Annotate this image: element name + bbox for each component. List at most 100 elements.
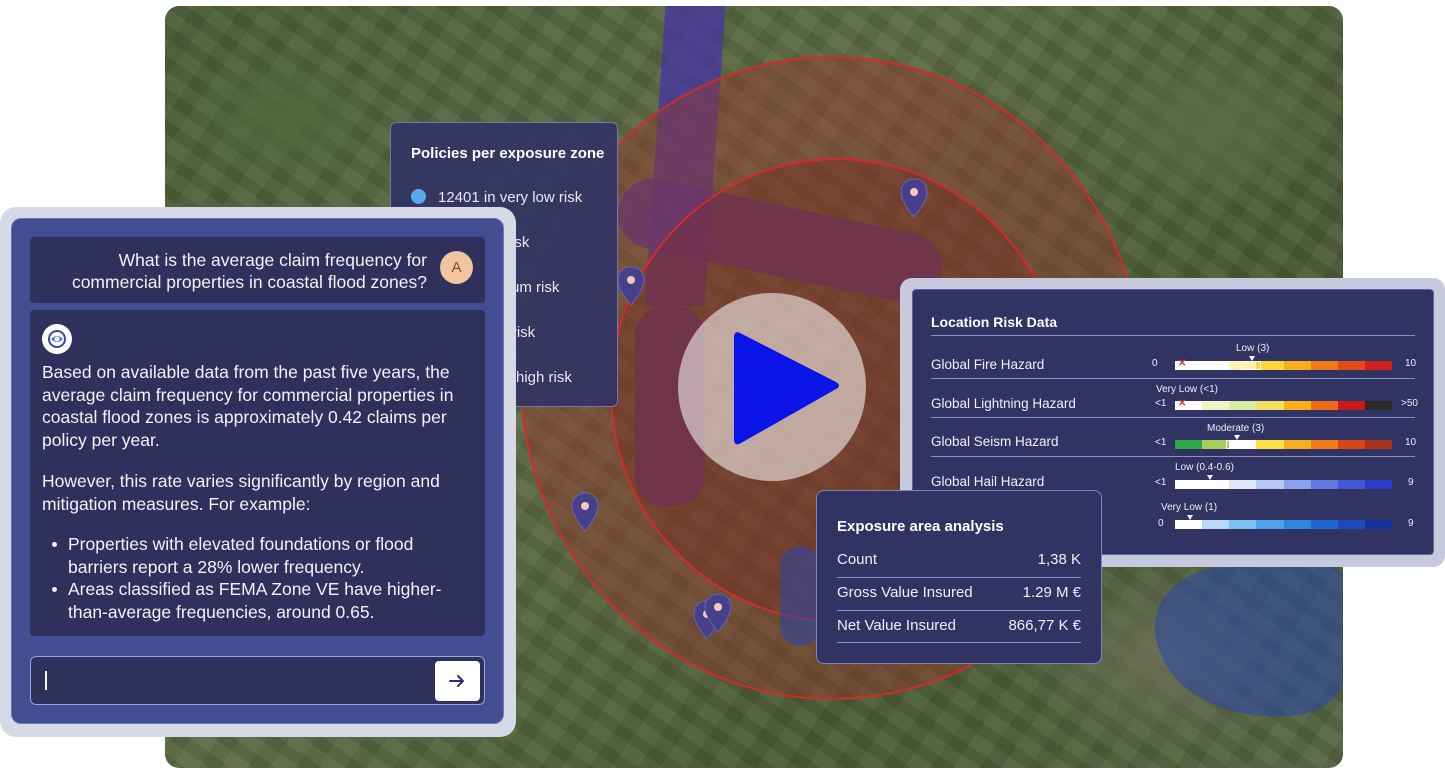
divider xyxy=(931,378,1415,379)
risk-marker xyxy=(1226,435,1246,449)
scale-segment xyxy=(1256,480,1284,489)
send-button[interactable] xyxy=(435,661,480,701)
scale-segment xyxy=(1283,440,1311,449)
scale-segment xyxy=(1337,401,1365,410)
risk-max: 9 xyxy=(1408,477,1414,488)
assistant-answer: Based on available data from the past fi… xyxy=(30,310,485,636)
scale-segment xyxy=(1310,401,1338,410)
map-pin-icon[interactable] xyxy=(704,593,732,633)
policy-item-very-low[interactable]: 12401 in very low risk xyxy=(411,189,582,206)
risk-label: Global Fire Hazard xyxy=(931,357,1045,372)
risk-max: >50 xyxy=(1401,398,1418,409)
risk-caption: Low (0.4-0.6) xyxy=(1175,462,1234,473)
risk-scale-bar xyxy=(1175,401,1392,410)
scale-segment xyxy=(1229,520,1257,529)
exposure-panel: Exposure area analysis Count 1,38 K Gros… xyxy=(816,490,1102,664)
scale-segment xyxy=(1283,361,1311,370)
exposure-row-count: Count 1,38 K xyxy=(837,544,1081,576)
risk-max: 10 xyxy=(1405,437,1417,448)
scale-segment xyxy=(1337,480,1365,489)
scale-segment xyxy=(1310,480,1338,489)
risk-scale-bar xyxy=(1175,440,1392,449)
scale-segment xyxy=(1364,480,1392,489)
map-pin-icon[interactable] xyxy=(571,492,599,532)
exposure-key: Count xyxy=(837,551,878,568)
list-item: Properties with elevated foundations or … xyxy=(42,533,472,578)
scale-segment xyxy=(1229,480,1257,489)
divider xyxy=(931,456,1415,457)
answer-paragraph-2: However, this rate varies significantly … xyxy=(42,471,440,514)
exposure-value: 1.29 M € xyxy=(1022,584,1081,601)
scale-segment xyxy=(1256,440,1284,449)
scale-segment xyxy=(1364,401,1392,410)
risk-label: Global Seism Hazard xyxy=(931,434,1059,449)
scale-segment xyxy=(1256,520,1284,529)
risk-min: <1 xyxy=(1155,398,1167,409)
assistant-logo-icon xyxy=(42,324,72,354)
risk-marker xyxy=(1199,475,1219,489)
risk-caption: Very Low (1) xyxy=(1161,502,1218,513)
scale-segment xyxy=(1202,520,1230,529)
answer-paragraph-1: Based on available data from the past fi… xyxy=(42,362,454,450)
exposure-row-gross: Gross Value Insured 1.29 M € xyxy=(837,577,1081,609)
risk-scale-bar xyxy=(1175,361,1392,370)
flood-zone-river-east xyxy=(780,546,820,646)
answer-bullets: Properties with elevated foundations or … xyxy=(42,533,472,623)
play-icon xyxy=(734,332,839,445)
exposure-title: Exposure area analysis xyxy=(837,518,1004,535)
scale-segment xyxy=(1310,440,1338,449)
divider xyxy=(931,335,1415,336)
chat-input[interactable] xyxy=(30,656,485,705)
exposure-row-net: Net Value Insured 866,77 K € xyxy=(837,610,1081,642)
scale-segment xyxy=(1283,520,1311,529)
scale-segment xyxy=(1283,480,1311,489)
scale-segment xyxy=(1175,440,1203,449)
excluded-mark-icon: ✕ xyxy=(1178,398,1187,409)
scale-segment xyxy=(1337,520,1365,529)
divider xyxy=(837,642,1081,643)
list-item: Areas classified as FEMA Zone VE have hi… xyxy=(42,578,472,623)
scale-segment xyxy=(1202,401,1230,410)
avatar: A xyxy=(440,251,473,284)
map-pin-icon[interactable] xyxy=(617,266,645,306)
risk-caption: Very Low (<1) xyxy=(1156,384,1218,395)
risk-min: <1 xyxy=(1155,477,1167,488)
risk-min: <1 xyxy=(1155,437,1167,448)
legend-dot xyxy=(411,189,426,204)
risk-scale-bar xyxy=(1175,520,1392,529)
exposure-value: 866,77 K € xyxy=(1008,617,1081,634)
excluded-mark-icon: ✕ xyxy=(1178,358,1187,369)
risk-marker xyxy=(1179,515,1199,529)
risk-min: 0 xyxy=(1158,518,1164,529)
risk-caption: Low (3) xyxy=(1236,343,1270,354)
flood-zone-lake xyxy=(1155,566,1343,716)
exposure-value: 1,38 K xyxy=(1037,551,1081,568)
risk-title: Location Risk Data xyxy=(931,314,1058,330)
risk-marker xyxy=(1241,356,1261,370)
scale-segment xyxy=(1337,440,1365,449)
arrow-right-icon xyxy=(449,675,464,687)
scale-segment xyxy=(1364,520,1392,529)
scale-segment xyxy=(1364,361,1392,370)
scale-segment xyxy=(1337,361,1365,370)
risk-min: 0 xyxy=(1152,358,1158,369)
scale-segment xyxy=(1202,361,1230,370)
text-caret xyxy=(45,671,47,690)
scale-segment xyxy=(1229,401,1257,410)
scale-segment xyxy=(1364,440,1392,449)
scale-segment xyxy=(1256,401,1284,410)
risk-max: 9 xyxy=(1408,518,1414,529)
map-pin-icon[interactable] xyxy=(900,178,928,218)
play-video-button[interactable] xyxy=(678,293,866,481)
risk-label: Global Hail Hazard xyxy=(931,474,1045,489)
risk-max: 10 xyxy=(1405,358,1417,369)
scale-segment xyxy=(1283,401,1311,410)
user-question: What is the average claim frequency for … xyxy=(30,237,485,303)
risk-label: Global Lightning Hazard xyxy=(931,396,1076,411)
policies-title: Policies per exposure zone xyxy=(411,145,605,162)
exposure-key: Net Value Insured xyxy=(837,617,956,634)
question-text: What is the average claim frequency for … xyxy=(71,250,427,292)
risk-caption: Moderate (3) xyxy=(1207,423,1265,434)
divider xyxy=(931,417,1415,418)
policy-item-label: 12401 in very low risk xyxy=(438,189,583,206)
